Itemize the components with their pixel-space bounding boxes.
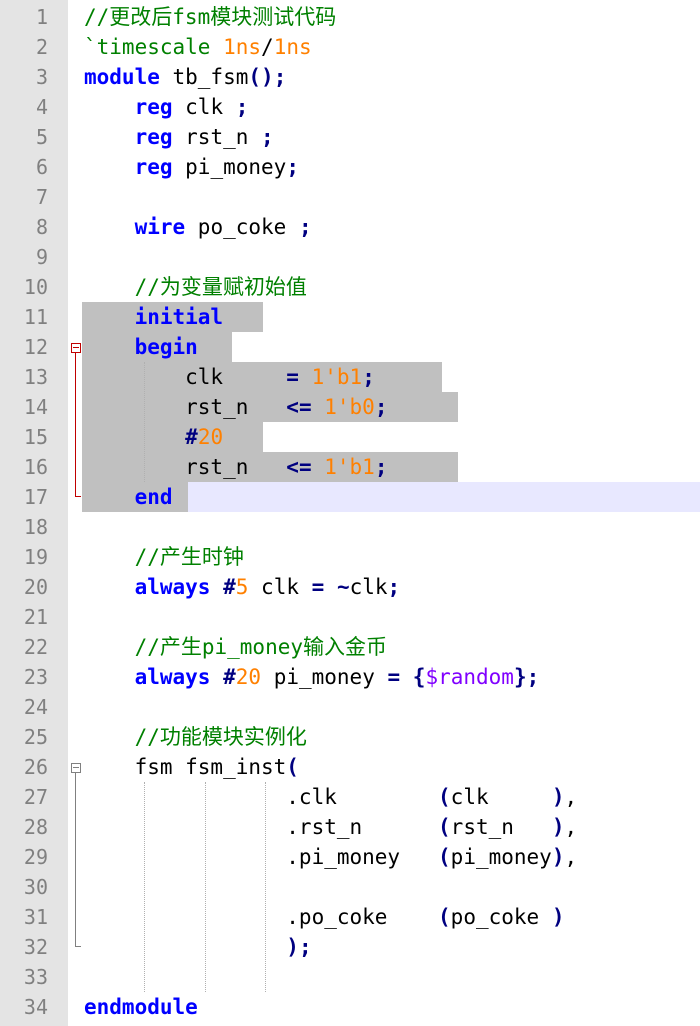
code-line[interactable]: 6 reg pi_money; xyxy=(0,152,700,182)
code-line[interactable]: 26 fsm fsm_inst( xyxy=(0,752,700,782)
line-number: 10 xyxy=(23,275,48,299)
code-text: //更改后fsm模块测试代码 xyxy=(84,2,336,32)
line-number: 13 xyxy=(23,365,48,389)
code-text: //功能模块实例化 xyxy=(134,725,307,749)
line-number: 32 xyxy=(23,935,48,959)
code-text: .clk (clk ), xyxy=(84,785,578,809)
line-number: 20 xyxy=(23,575,48,599)
line-number: 8 xyxy=(35,215,48,239)
code-line[interactable]: 19 //产生时钟 xyxy=(0,542,700,572)
line-number: 31 xyxy=(23,905,48,929)
code-line[interactable]: 16 rst_n <= 1'b1; xyxy=(0,452,700,482)
line-number: 1 xyxy=(35,5,48,29)
line-number: 12 xyxy=(23,335,48,359)
line-number: 26 xyxy=(23,755,48,779)
code-text: fsm fsm_inst( xyxy=(84,755,299,779)
line-number: 24 xyxy=(23,695,48,719)
line-number: 14 xyxy=(23,395,48,419)
line-number: 23 xyxy=(23,665,48,689)
code-line[interactable]: 30 xyxy=(0,872,700,902)
line-number: 11 xyxy=(23,305,48,329)
code-text: .rst_n (rst_n ), xyxy=(84,815,578,839)
code-line[interactable]: 25 //功能模块实例化 xyxy=(0,722,700,752)
code-text: //产生时钟 xyxy=(134,545,244,569)
line-number: 29 xyxy=(23,845,48,869)
code-text: reg rst_n ; xyxy=(134,125,274,149)
code-line[interactable]: 12 begin xyxy=(0,332,700,362)
comment-text: //更改后fsm模块测试代码 xyxy=(84,5,337,29)
code-line[interactable]: 11 initial xyxy=(0,302,700,332)
code-line[interactable]: 22 //产生pi_money输入金币 xyxy=(0,632,700,662)
line-number: 4 xyxy=(35,95,48,119)
code-line[interactable]: 9 xyxy=(0,242,700,272)
line-number: 28 xyxy=(23,815,48,839)
line-number: 19 xyxy=(23,545,48,569)
code-line[interactable]: 15 #20 xyxy=(0,422,700,452)
code-line[interactable]: 2 `timescale 1ns/1ns xyxy=(0,32,700,62)
line-number: 2 xyxy=(35,35,48,59)
code-text: .pi_money (pi_money), xyxy=(84,845,578,869)
code-line[interactable]: 3 module tb_fsm(); xyxy=(0,62,700,92)
code-line[interactable]: 18 xyxy=(0,512,700,542)
line-number: 5 xyxy=(35,125,48,149)
code-text: clk = 1'b1; xyxy=(84,365,375,389)
code-text: reg pi_money; xyxy=(134,155,299,179)
line-number: 3 xyxy=(35,65,48,89)
code-text: always #5 clk = ~clk; xyxy=(134,575,401,599)
code-text: //产生pi_money输入金币 xyxy=(134,635,388,659)
line-number: 30 xyxy=(23,875,48,899)
code-text: wire po_coke ; xyxy=(134,215,312,239)
code-text: initial xyxy=(134,305,224,329)
code-line[interactable]: 27 .clk (clk ), xyxy=(0,782,700,812)
code-text: ); xyxy=(286,935,312,959)
code-line[interactable]: 23 always #20 pi_money = {$random}; xyxy=(0,662,700,692)
code-line[interactable]: 21 xyxy=(0,602,700,632)
code-text: .po_coke (po_coke ) xyxy=(84,905,565,929)
line-number: 15 xyxy=(23,425,48,449)
code-line[interactable]: 34 endmodule xyxy=(0,992,700,1022)
line-number: 9 xyxy=(35,245,48,269)
code-line[interactable]: 20 always #5 clk = ~clk; xyxy=(0,572,700,602)
code-text: end xyxy=(134,485,173,509)
code-line[interactable]: 5 reg rst_n ; xyxy=(0,122,700,152)
line-number: 16 xyxy=(23,455,48,479)
line-number: 17 xyxy=(23,485,48,509)
line-number: 18 xyxy=(23,515,48,539)
line-number: 34 xyxy=(23,995,48,1019)
line-number: 7 xyxy=(35,185,48,209)
code-line[interactable]: 8 wire po_coke ; xyxy=(0,212,700,242)
code-text: #20 xyxy=(185,425,224,449)
line-number: 21 xyxy=(23,605,48,629)
code-line[interactable]: 10 //为变量赋初始值 xyxy=(0,272,700,302)
code-text: module tb_fsm(); xyxy=(84,65,287,89)
code-line[interactable]: 24 xyxy=(0,692,700,722)
code-text: rst_n <= 1'b0; xyxy=(84,395,388,419)
code-text: begin xyxy=(134,335,198,359)
code-line[interactable]: 29 .pi_money (pi_money), xyxy=(0,842,700,872)
code-text: reg clk ; xyxy=(134,95,249,119)
code-line[interactable]: 33 xyxy=(0,962,700,992)
line-number: 22 xyxy=(23,635,48,659)
code-text: endmodule xyxy=(84,995,198,1019)
code-text: `timescale 1ns/1ns xyxy=(84,35,312,59)
code-line[interactable]: 14 rst_n <= 1'b0; xyxy=(0,392,700,422)
line-number: 27 xyxy=(23,785,48,809)
line-number: 25 xyxy=(23,725,48,749)
code-line[interactable]: 7 xyxy=(0,182,700,212)
code-text: //为变量赋初始值 xyxy=(134,275,307,299)
code-line[interactable]: 28 .rst_n (rst_n ), xyxy=(0,812,700,842)
code-text: always #20 pi_money = {$random}; xyxy=(134,665,540,689)
code-line[interactable]: 4 reg clk ; xyxy=(0,92,700,122)
code-line[interactable]: 1 //更改后fsm模块测试代码 xyxy=(0,2,700,32)
code-text: rst_n <= 1'b1; xyxy=(84,455,388,479)
line-number: 33 xyxy=(23,965,48,989)
code-line[interactable]: 13 clk = 1'b1; xyxy=(0,362,700,392)
code-editor[interactable]: 1 //更改后fsm模块测试代码 2 `timescale 1ns/1ns 3 … xyxy=(0,0,700,1026)
code-line[interactable]: 17 end xyxy=(0,482,700,512)
code-line[interactable]: 32 ); xyxy=(0,932,700,962)
code-line[interactable]: 31 .po_coke (po_coke ) xyxy=(0,902,700,932)
line-number: 6 xyxy=(35,155,48,179)
